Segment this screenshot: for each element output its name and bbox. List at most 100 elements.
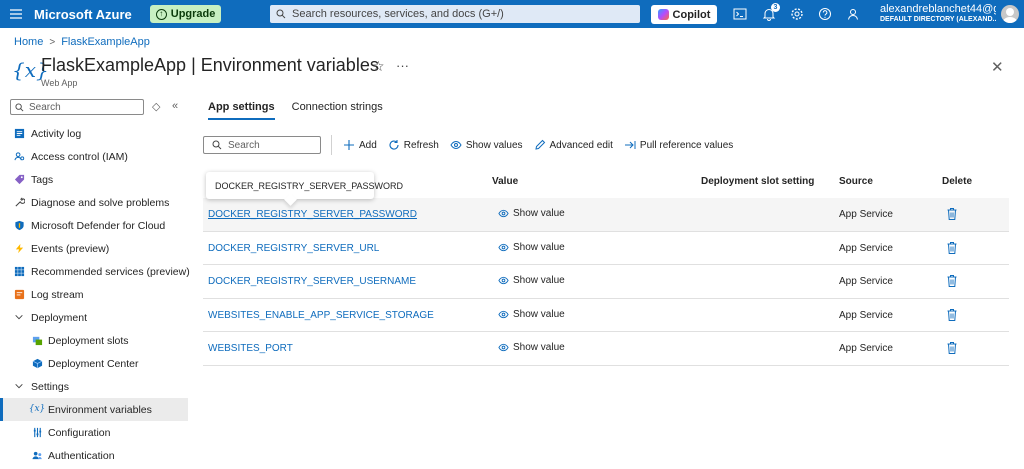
sidebar-item-label: Microsoft Defender for Cloud <box>31 219 166 232</box>
sidebar-item-log-stream[interactable]: Log stream <box>0 283 188 306</box>
sidebar-item-authentication[interactable]: Authentication <box>0 444 188 467</box>
expand-collapse-icon[interactable]: ◇ <box>152 100 160 113</box>
show-value-button[interactable]: Show value <box>498 242 565 253</box>
breadcrumb-app[interactable]: FlaskExampleApp <box>61 36 150 48</box>
setting-name-link[interactable]: WEBSITES_PORT <box>208 343 293 354</box>
source-cell: App Service <box>839 276 893 287</box>
table-row[interactable]: DOCKER_REGISTRY_SERVER_URL Show value Ap… <box>203 232 1009 265</box>
chevron-right-icon: > <box>49 36 56 48</box>
trash-icon[interactable] <box>946 341 958 355</box>
upgrade-button[interactable]: ↑ Upgrade <box>149 5 222 23</box>
tab-app-settings[interactable]: App settings <box>208 101 275 120</box>
sidebar-search-input[interactable]: Search <box>10 99 144 115</box>
show-values-button[interactable]: Show values <box>450 137 523 153</box>
sidebar-group-settings[interactable]: Settings <box>0 375 188 398</box>
people-icon <box>31 449 43 461</box>
feedback-icon[interactable] <box>845 6 861 22</box>
sidebar-item-label: Tags <box>31 173 54 186</box>
cloud-shell-icon[interactable] <box>732 6 748 22</box>
plus-icon <box>344 140 354 150</box>
table-search-input[interactable]: Search <box>203 136 321 154</box>
more-options-icon[interactable]: ··· <box>396 58 409 73</box>
toolbar-divider <box>331 135 332 155</box>
setting-name-link[interactable]: DOCKER_REGISTRY_SERVER_PASSWORD <box>208 209 417 220</box>
show-value-button[interactable]: Show value <box>498 309 565 320</box>
column-header-slot-setting[interactable]: Deployment slot setting <box>701 176 814 187</box>
help-icon[interactable] <box>817 6 833 22</box>
sidebar-item-access-control[interactable]: Access control (IAM) <box>0 145 188 168</box>
shield-icon <box>13 219 25 231</box>
sidebar-item-defender[interactable]: Microsoft Defender for Cloud <box>0 214 188 237</box>
copilot-button[interactable]: Copilot <box>651 5 717 24</box>
sidebar-item-events[interactable]: Events (preview) <box>0 237 188 260</box>
copilot-icon <box>657 9 669 20</box>
table-row[interactable]: WEBSITES_ENABLE_APP_SERVICE_STORAGE Show… <box>203 299 1009 332</box>
table-row[interactable]: DOCKER_REGISTRY_SERVER_PASSWORD Show val… <box>203 198 1009 232</box>
top-bar: Microsoft Azure ↑ Upgrade Search resourc… <box>0 0 1024 28</box>
show-value-label: Show value <box>513 308 565 320</box>
trash-icon[interactable] <box>946 241 958 255</box>
sidebar-item-recommended[interactable]: Recommended services (preview) <box>0 260 190 283</box>
sidebar-item-label: Settings <box>31 380 69 393</box>
show-value-button[interactable]: Show value <box>498 342 565 353</box>
toolbar: Add Refresh Show values Advanced edit Pu… <box>343 137 733 153</box>
advanced-edit-button[interactable]: Advanced edit <box>534 137 613 153</box>
pull-reference-label: Pull reference values <box>639 139 734 151</box>
sidebar-item-tags[interactable]: Tags <box>0 168 188 191</box>
pull-reference-values-button[interactable]: Pull reference values <box>624 137 733 153</box>
add-button[interactable]: Add <box>343 137 377 153</box>
sidebar-group-deployment[interactable]: Deployment <box>0 306 188 329</box>
sidebar-item-label: Deployment <box>31 311 88 324</box>
avatar[interactable] <box>1001 5 1019 23</box>
name-tooltip: DOCKER_REGISTRY_SERVER_PASSWORD <box>206 172 403 199</box>
setting-name-link[interactable]: DOCKER_REGISTRY_SERVER_USERNAME <box>208 276 416 287</box>
sidebar-item-label: Recommended services (preview) <box>31 265 190 278</box>
eye-icon <box>450 140 462 150</box>
trash-icon[interactable] <box>946 207 958 221</box>
refresh-icon <box>389 140 399 150</box>
deployment-slots-icon <box>31 334 43 346</box>
sidebar-item-environment-variables[interactable]: {x} Environment variables <box>0 398 188 421</box>
sidebar-item-diagnose[interactable]: Diagnose and solve problems <box>0 191 188 214</box>
table-row[interactable]: WEBSITES_PORT Show value App Service <box>203 332 1009 366</box>
sidebar-item-label: Access control (IAM) <box>31 150 128 163</box>
setting-name-link[interactable]: WEBSITES_ENABLE_APP_SERVICE_STORAGE <box>208 310 434 321</box>
notifications-bell-icon[interactable]: 3 <box>761 3 780 22</box>
trash-icon[interactable] <box>946 308 958 322</box>
sidebar-item-label: Deployment Center <box>48 357 139 370</box>
sidebar-item-label: Environment variables <box>48 403 152 416</box>
wrench-icon <box>13 196 25 208</box>
breadcrumb-home[interactable]: Home <box>14 36 43 48</box>
eye-icon <box>498 276 509 285</box>
sidebar-item-configuration[interactable]: Configuration <box>0 421 188 444</box>
sidebar-item-deployment-center[interactable]: Deployment Center <box>0 352 188 375</box>
log-stream-icon <box>13 288 25 300</box>
tab-connection-strings[interactable]: Connection strings <box>292 101 383 120</box>
sidebar-item-deployment-slots[interactable]: Deployment slots <box>0 329 188 352</box>
global-search-input[interactable]: Search resources, services, and docs (G+… <box>270 5 640 23</box>
refresh-button[interactable]: Refresh <box>388 137 439 153</box>
favorite-star-icon[interactable]: ☆ <box>372 58 385 75</box>
close-icon[interactable]: ✕ <box>991 58 1004 76</box>
column-header-value[interactable]: Value <box>492 176 518 187</box>
chevron-down-icon <box>13 311 25 323</box>
hamburger-menu-icon[interactable] <box>0 0 32 28</box>
show-value-label: Show value <box>513 208 565 219</box>
sidebar-item-activity-log[interactable]: Activity log <box>0 122 188 145</box>
column-header-source[interactable]: Source <box>839 176 873 187</box>
brand-title[interactable]: Microsoft Azure <box>34 7 132 22</box>
account-menu[interactable]: alexandreblanchet44@g... DEFAULT DIRECTO… <box>880 3 996 23</box>
cube-icon <box>31 357 43 369</box>
setting-name-link[interactable]: DOCKER_REGISTRY_SERVER_URL <box>208 243 379 254</box>
show-value-button[interactable]: Show value <box>498 275 565 286</box>
show-value-label: Show value <box>513 342 565 353</box>
settings-gear-icon[interactable] <box>789 6 805 22</box>
table-row[interactable]: DOCKER_REGISTRY_SERVER_USERNAME Show val… <box>203 265 1009 299</box>
grid-icon <box>13 265 25 277</box>
pencil-icon <box>534 139 545 150</box>
tag-icon <box>13 173 25 185</box>
show-value-button[interactable]: Show value <box>498 208 565 219</box>
collapse-sidebar-icon[interactable]: « <box>172 100 178 112</box>
sidebar-item-label: Authentication <box>48 449 115 462</box>
trash-icon[interactable] <box>946 274 958 288</box>
